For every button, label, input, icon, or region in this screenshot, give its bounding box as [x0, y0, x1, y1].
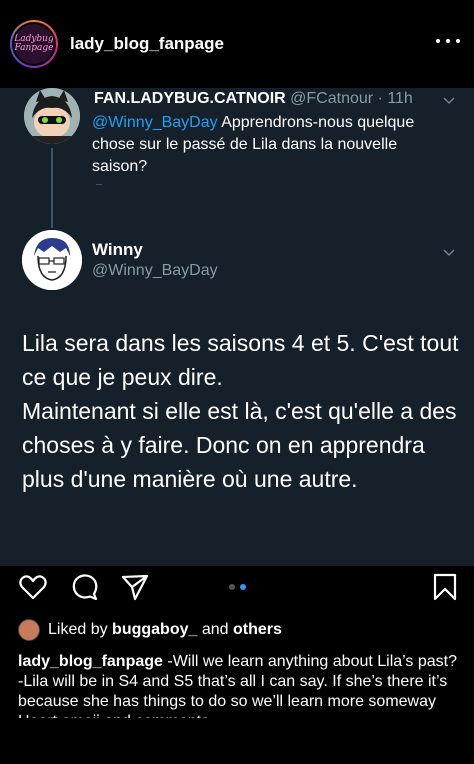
reply-author-name: Winny [92, 240, 143, 259]
chevron-down-icon [442, 246, 456, 260]
quoted-mention: @Winny_BayDay [92, 114, 218, 131]
post-username[interactable]: lady_blog_fanpage [70, 34, 224, 54]
more-options-icon[interactable] [436, 31, 460, 51]
caption-line-3: Heart emoji and comments [18, 712, 458, 718]
quoted-author-handle: @FCatnour [290, 90, 374, 107]
avatar-logo-text: Ladybug Fanpage [14, 34, 54, 53]
cat-noir-avatar [24, 88, 80, 144]
chevron-down-icon [442, 94, 456, 108]
liker-avatar [18, 619, 40, 641]
post-actions [0, 566, 474, 610]
bookmark-icon[interactable] [430, 572, 460, 602]
reply-tweet-text: Lila sera dans les saisons 4 et 5. C'est… [22, 330, 459, 492]
quoted-tweet-text: @Winny_BayDay Apprendrons-nous quelque c… [92, 112, 442, 178]
caption-line-2: -Lila will be in S4 and S5 that’s all I … [18, 673, 448, 710]
thread-line [51, 148, 53, 228]
profile-avatar[interactable]: Ladybug Fanpage [10, 20, 58, 68]
heart-icon[interactable] [18, 572, 48, 602]
winny-avatar [22, 230, 82, 290]
liked-others[interactable]: others [233, 620, 282, 640]
carousel-dot [240, 584, 246, 590]
liked-by-row[interactable]: Liked by buggaboy_ and others [18, 612, 458, 648]
profile-avatar-image: Ladybug Fanpage [12, 22, 56, 66]
share-icon[interactable] [120, 572, 150, 602]
post-header: Ladybug Fanpage lady_blog_fanpage [0, 0, 474, 88]
post-caption: Liked by buggaboy_ and others lady_blog_… [18, 612, 458, 718]
divider [96, 184, 102, 185]
reply-author-handle: @Winny_BayDay [92, 262, 218, 279]
tweet-screenshot: FAN.LADYBUG.CATNOIR @FCatnour · 11h @Win… [0, 88, 474, 566]
quoted-author-name: FAN.LADYBUG.CATNOIR [94, 90, 286, 107]
caption-text: lady_blog_fanpage -Will we learn anythin… [18, 652, 458, 672]
caption-line-1: -Will we learn anything about Lila’s pas… [162, 653, 458, 670]
carousel-indicator [229, 584, 246, 590]
carousel-dot [229, 584, 235, 590]
quoted-tweet-header: FAN.LADYBUG.CATNOIR @FCatnour · 11h [94, 90, 413, 107]
liked-prefix: Liked by [48, 621, 108, 638]
caption-author[interactable]: lady_blog_fanpage [18, 653, 163, 670]
liked-and: and [201, 621, 229, 638]
comment-icon[interactable] [70, 572, 100, 602]
liker-username[interactable]: buggaboy_ [112, 620, 197, 640]
quoted-time: 11h [387, 90, 413, 107]
